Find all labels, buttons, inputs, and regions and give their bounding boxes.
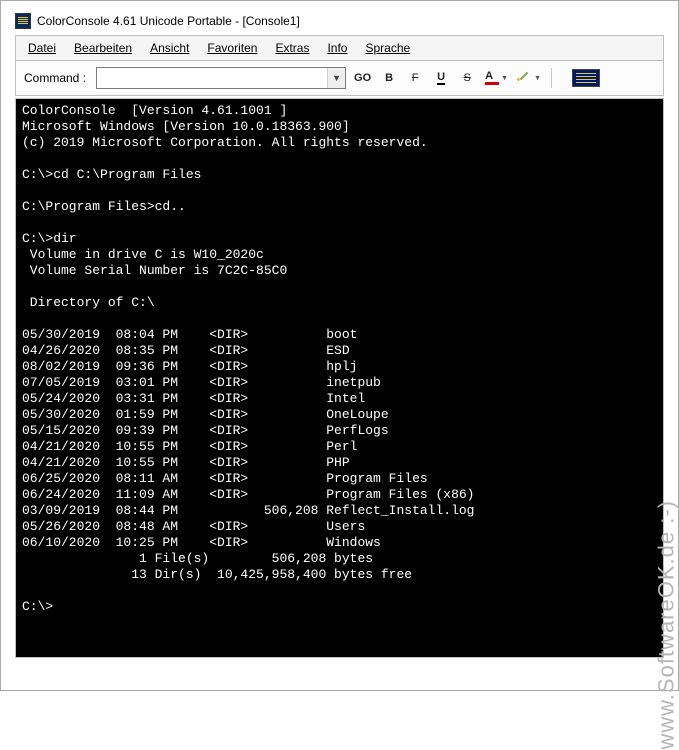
strike-s-button[interactable]: S	[457, 68, 477, 88]
chevron-down-icon[interactable]: ▼	[327, 68, 345, 88]
strike-f-button[interactable]: F	[405, 68, 425, 88]
console-output[interactable]: ColorConsole [Version 4.61.1001 ] Micros…	[15, 98, 664, 658]
command-label: Command :	[24, 71, 90, 85]
toolbar: Command : ▼ GO B F U S A▼ ▼	[15, 61, 664, 96]
menu-extras[interactable]: Extras	[267, 38, 317, 58]
font-color-button[interactable]: A▼	[483, 68, 510, 88]
menu-bearbeiten[interactable]: Bearbeiten	[66, 38, 140, 58]
go-button[interactable]: GO	[352, 68, 373, 88]
window-title: ColorConsole 4.61 Unicode Portable - [Co…	[37, 14, 300, 28]
bold-button[interactable]: B	[379, 68, 399, 88]
separator	[551, 68, 552, 88]
underline-button[interactable]: U	[431, 68, 451, 88]
menu-sprache[interactable]: Sprache	[357, 38, 418, 58]
command-combobox[interactable]: ▼	[96, 67, 346, 89]
app-icon	[15, 13, 31, 29]
menu-favoriten[interactable]: Favoriten	[199, 38, 265, 58]
pencil-icon	[518, 71, 532, 85]
menu-datei[interactable]: Datei	[20, 38, 64, 58]
console-icon[interactable]	[572, 69, 600, 87]
titlebar: ColorConsole 4.61 Unicode Portable - [Co…	[15, 11, 664, 35]
menu-ansicht[interactable]: Ansicht	[142, 38, 197, 58]
menu-info[interactable]: Info	[319, 38, 355, 58]
command-input[interactable]	[97, 68, 327, 88]
highlight-button[interactable]: ▼	[516, 68, 543, 88]
menubar: Datei Bearbeiten Ansicht Favoriten Extra…	[15, 35, 664, 61]
